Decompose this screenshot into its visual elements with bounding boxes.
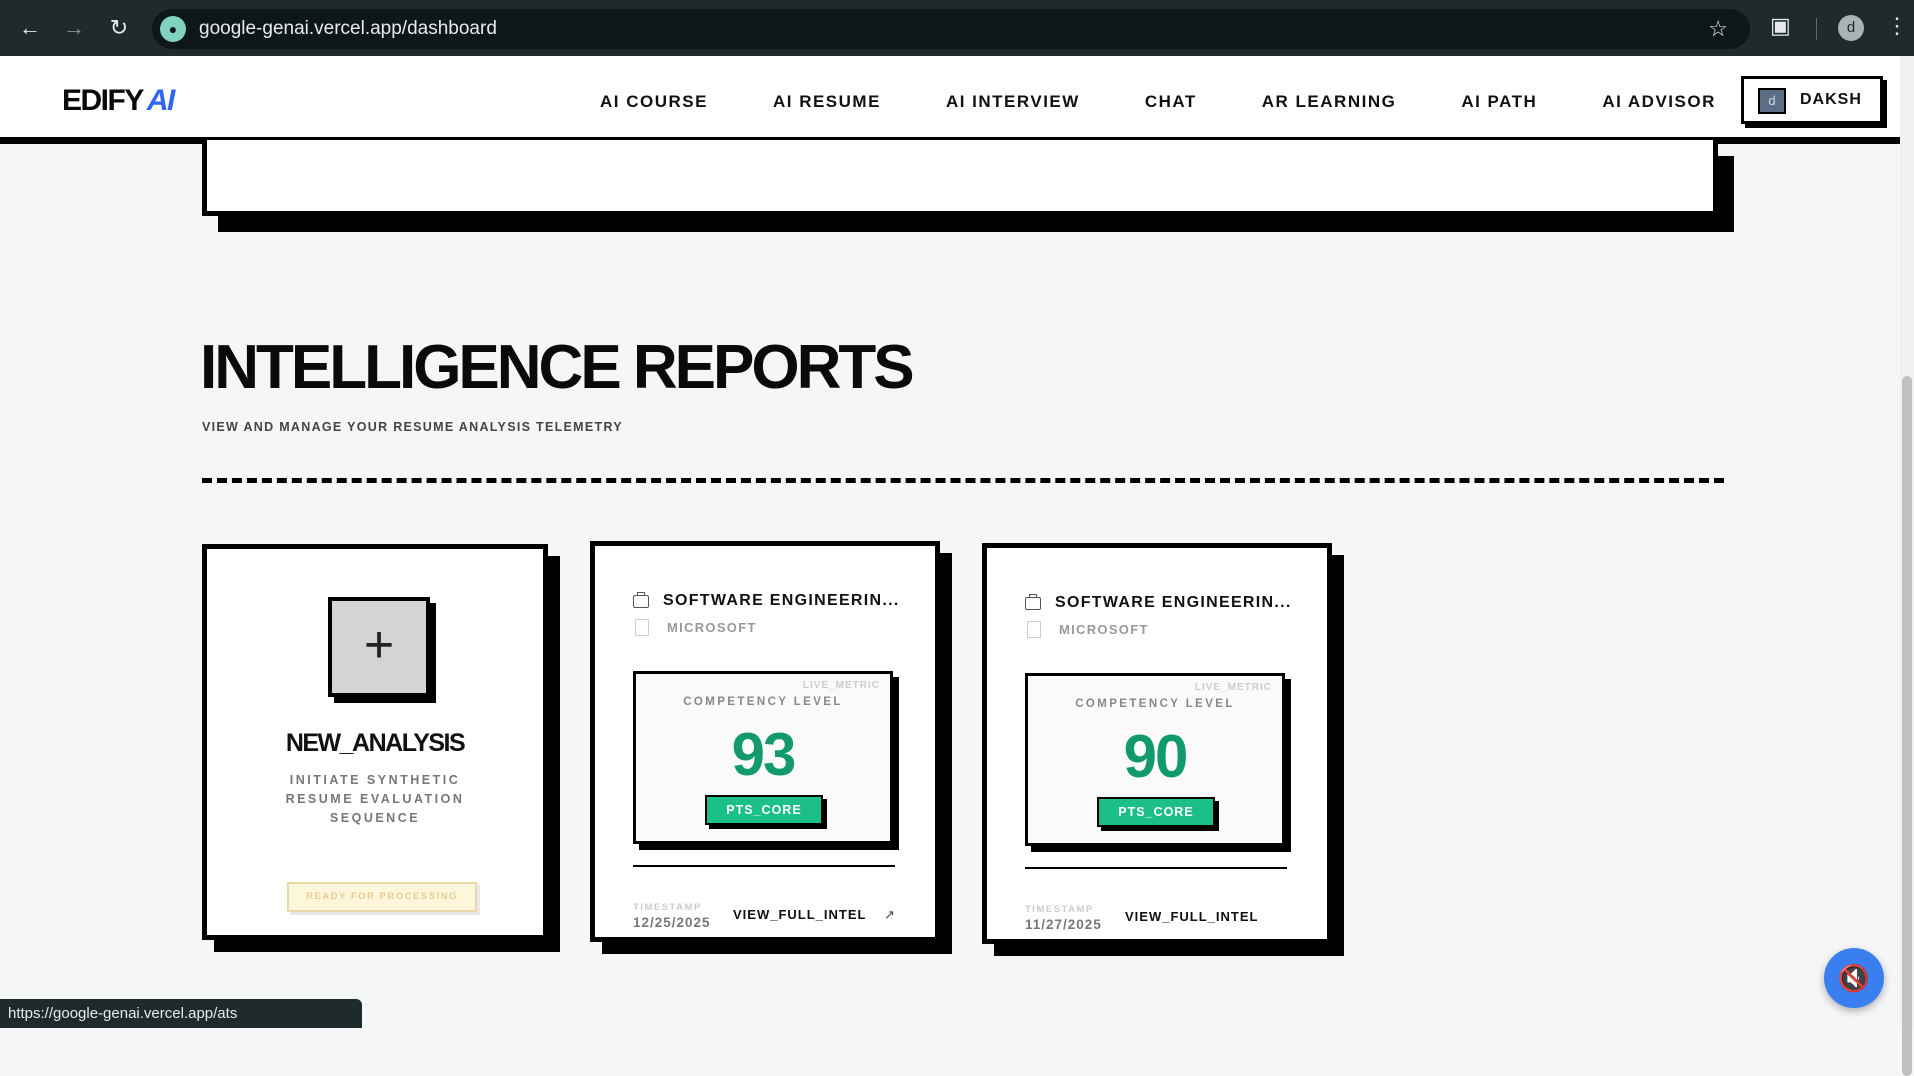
user-menu-button[interactable]: d DAKSH xyxy=(1741,76,1883,124)
report-header: SOFTWARE ENGINEERIN... xyxy=(1025,593,1292,612)
card-divider xyxy=(1025,867,1287,869)
nav-ai-advisor[interactable]: AI ADVISOR xyxy=(1602,92,1716,112)
report-card[interactable]: SOFTWARE ENGINEERIN... MICROSOFT LIVE_ME… xyxy=(590,541,940,942)
metric-score: 93 xyxy=(731,721,797,788)
reload-icon[interactable]: ↻ xyxy=(105,14,133,42)
metric-tag: LIVE_METRIC xyxy=(1194,682,1272,693)
view-full-intel-link[interactable]: VIEW_FULL_INTEL xyxy=(733,907,866,922)
metric-label: COMPETENCY LEVEL xyxy=(683,696,843,708)
briefcase-icon xyxy=(1025,593,1041,610)
new-analysis-description: INITIATE SYNTHETIC RESUME EVALUATION SEQ… xyxy=(285,773,465,825)
metric-tag: LIVE_METRIC xyxy=(802,680,880,691)
ready-status-button[interactable]: READY FOR PROCESSING xyxy=(287,882,477,912)
report-title: SOFTWARE ENGINEERIN... xyxy=(663,592,900,609)
building-icon xyxy=(635,619,649,636)
report-company-row: MICROSOFT xyxy=(1025,621,1149,638)
nav-ai-interview[interactable]: AI INTERVIEW xyxy=(946,92,1080,112)
url-text: google-genai.vercel.app/dashboard xyxy=(199,18,497,39)
card-divider xyxy=(633,865,895,867)
link-status-bar: https://google-genai.vercel.app/ats xyxy=(0,999,362,1028)
logo-text: EDIFY xyxy=(62,84,144,117)
browser-toolbar: ← → ↻ ● google-genai.vercel.app/dashboar… xyxy=(0,0,1914,56)
toolbar-separator xyxy=(1816,18,1817,40)
logo-accent: AI xyxy=(146,84,176,117)
logo[interactable]: EDIFY AI xyxy=(62,84,176,118)
mic-off-icon[interactable]: 🔇 xyxy=(1824,948,1884,1008)
score-unit-badge: PTS_CORE xyxy=(705,795,823,825)
timestamp-label: TIMESTAMP xyxy=(1025,904,1094,915)
nav-ar-learning[interactable]: AR LEARNING xyxy=(1262,92,1397,112)
profile-avatar[interactable]: d xyxy=(1838,15,1864,41)
user-avatar: d xyxy=(1758,88,1786,114)
menu-kebab-icon[interactable]: ⋮ xyxy=(1886,13,1908,39)
extensions-icon[interactable]: ▣ xyxy=(1770,13,1791,39)
new-analysis-card[interactable]: + NEW_ANALYSIS INITIATE SYNTHETIC RESUME… xyxy=(202,544,548,940)
report-header: SOFTWARE ENGINEERIN... xyxy=(633,591,900,610)
scrollbar-thumb[interactable] xyxy=(1902,376,1912,1076)
report-card[interactable]: SOFTWARE ENGINEERIN... MICROSOFT LIVE_ME… xyxy=(982,543,1332,944)
page-subtitle: VIEW AND MANAGE YOUR RESUME ANALYSIS TEL… xyxy=(202,420,623,434)
report-company: MICROSOFT xyxy=(1059,622,1149,637)
building-icon xyxy=(1027,621,1041,638)
timestamp-value: 12/25/2025 xyxy=(633,915,711,930)
page-title: INTELLIGENCE REPORTS xyxy=(200,333,915,402)
previous-section-card xyxy=(202,140,1718,216)
timestamp-value: 11/27/2025 xyxy=(1025,917,1102,932)
plus-icon: + xyxy=(328,597,430,697)
app-header: EDIFY AI AI COURSE AI RESUME AI INTERVIEW… xyxy=(0,56,1900,144)
report-company-row: MICROSOFT xyxy=(633,619,757,636)
nav-chat[interactable]: CHAT xyxy=(1145,92,1197,112)
competency-metric: LIVE_METRIC COMPETENCY LEVEL 90 PTS_CORE xyxy=(1025,673,1285,846)
report-title: SOFTWARE ENGINEERIN... xyxy=(1055,594,1292,611)
mic-icon[interactable]: ● xyxy=(160,16,186,42)
metric-label: COMPETENCY LEVEL xyxy=(1075,698,1235,710)
nav-ai-path[interactable]: AI PATH xyxy=(1461,92,1537,112)
score-unit-badge: PTS_CORE xyxy=(1097,797,1215,827)
nav-ai-course[interactable]: AI COURSE xyxy=(600,92,708,112)
metric-score: 90 xyxy=(1123,723,1189,790)
forward-arrow-icon[interactable]: → xyxy=(60,14,88,42)
bookmark-star-icon[interactable]: ☆ xyxy=(1708,9,1728,49)
user-name: DAKSH xyxy=(1800,91,1862,108)
back-arrow-icon[interactable]: ← xyxy=(16,14,44,42)
main-nav: AI COURSE AI RESUME AI INTERVIEW CHAT AR… xyxy=(600,92,1781,112)
nav-ai-resume[interactable]: AI RESUME xyxy=(773,92,881,112)
report-company: MICROSOFT xyxy=(667,620,757,635)
briefcase-icon xyxy=(633,591,649,608)
competency-metric: LIVE_METRIC COMPETENCY LEVEL 93 PTS_CORE xyxy=(633,671,893,844)
new-analysis-title: NEW_ANALYSIS xyxy=(285,729,466,757)
timestamp-label: TIMESTAMP xyxy=(633,902,702,913)
dashed-divider xyxy=(202,478,1724,483)
view-full-intel-link[interactable]: VIEW_FULL_INTEL xyxy=(1125,909,1258,924)
trending-up-icon[interactable]: ↗ xyxy=(884,907,895,923)
scrollbar-track[interactable] xyxy=(1900,56,1914,1076)
address-bar[interactable]: ● google-genai.vercel.app/dashboard ☆ xyxy=(152,9,1750,49)
